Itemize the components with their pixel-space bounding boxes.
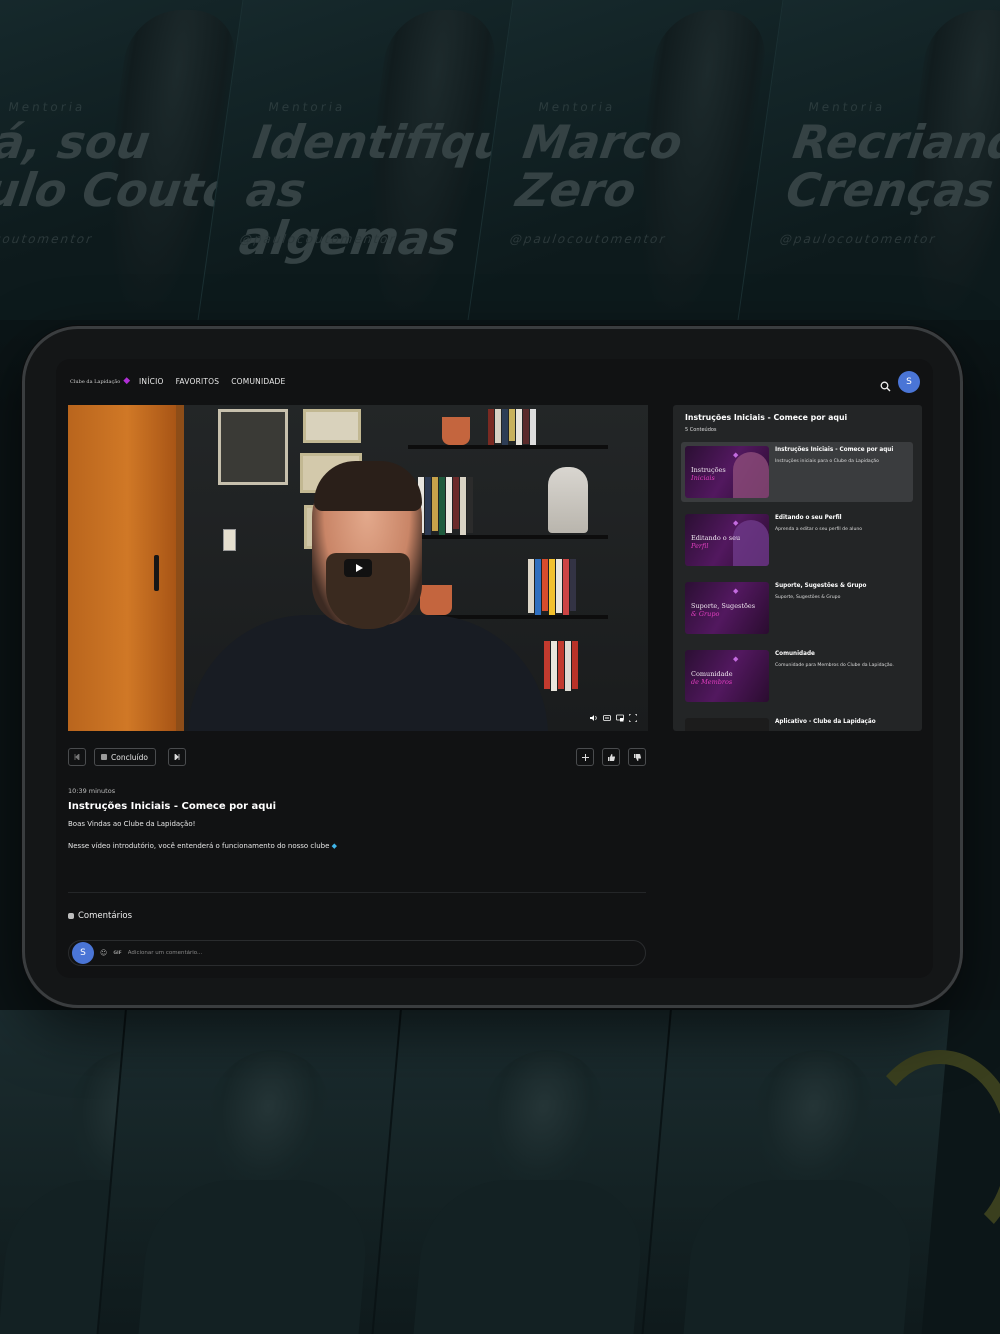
divider (68, 892, 646, 893)
comments-heading: Comentários (68, 911, 132, 921)
playlist-title: Instruções Iniciais - Comece por aqui (685, 413, 848, 422)
tablet-frame: Clube da Lapidação ◆ INÍCIO FAVORITOS CO… (22, 326, 963, 1008)
poster-4: Mentoria Recriando Crenças @paulocoutomen… (737, 0, 1000, 320)
nav-link-comunidade[interactable]: COMUNIDADE (231, 377, 285, 386)
gem-logo-icon: ◆ (123, 376, 131, 386)
playlist-count: 5 Conteúdos (685, 427, 717, 433)
lesson-duration: 10:39 minutos (68, 787, 116, 795)
logo[interactable]: Clube da Lapidação ◆ (70, 377, 130, 386)
playlist-panel: Instruções Iniciais - Comece por aqui 5 … (673, 405, 922, 731)
captions-icon[interactable] (603, 714, 611, 722)
lesson-thumbnail: ◆ Comunidade de Membros (685, 650, 769, 702)
comment-input[interactable] (127, 950, 608, 956)
lesson-thumbnail: ◆ Instruções Iniciais (685, 446, 769, 498)
comment-avatar: S (72, 942, 94, 964)
playlist-item[interactable]: ◆ Editando o seu Perfil Editando o seu P… (681, 510, 913, 570)
volume-icon[interactable] (590, 714, 598, 722)
poster-2: Mentoria Identifique as algemas @paulocou… (197, 0, 513, 320)
video-player[interactable] (68, 405, 648, 731)
checkbox-icon (101, 754, 107, 760)
lesson-description-line1: Boas Vindas ao Clube da Lapidação! (68, 820, 196, 828)
nav-links: INÍCIO FAVORITOS COMUNIDADE (139, 377, 285, 386)
lesson-thumbnail: ◆ Editando o seu Perfil (685, 514, 769, 566)
gif-icon[interactable]: GIF (113, 951, 121, 956)
next-lesson-button[interactable] (168, 748, 186, 766)
user-avatar[interactable]: S (898, 371, 920, 393)
comment-box: S ☺ GIF (68, 940, 646, 966)
add-favorite-button[interactable] (576, 748, 594, 766)
panel-2 (95, 1010, 405, 1334)
play-icon[interactable] (344, 559, 372, 577)
blue-gem-icon: ◆ (331, 842, 338, 850)
panel-3 (370, 1010, 680, 1334)
playlist-item[interactable]: Aplicativo - Clube da Lapidação (681, 714, 913, 731)
poster-3: Mentoria Marco Zero @paulocoutomentor (467, 0, 783, 320)
settings-icon[interactable] (616, 714, 624, 722)
fullscreen-icon[interactable] (629, 714, 637, 722)
top-nav: Clube da Lapidação ◆ INÍCIO FAVORITOS CO… (56, 359, 933, 405)
nav-link-inicio[interactable]: INÍCIO (139, 377, 164, 386)
background-panels (0, 1010, 1000, 1334)
previous-lesson-button[interactable] (68, 748, 86, 766)
gem-icon: ◆ (733, 587, 739, 595)
emoji-icon[interactable]: ☺ (100, 949, 107, 957)
mark-done-button[interactable]: Concluído (94, 748, 156, 766)
like-button[interactable] (602, 748, 620, 766)
lesson-description-line2: Nesse vídeo introdutório, você entenderá… (68, 842, 338, 850)
dislike-button[interactable] (628, 748, 646, 766)
lesson-thumbnail (685, 718, 769, 731)
playlist-item[interactable]: ◆ Instruções Iniciais Instruções Iniciai… (681, 442, 913, 502)
lesson-title: Instruções Iniciais - Comece por aqui (68, 801, 276, 812)
playlist-item[interactable]: ◆ Comunidade de Membros Comunidade Comun… (681, 646, 913, 706)
lesson-thumbnail: ◆ Suporte, Sugestões & Grupo (685, 582, 769, 634)
playlist-item[interactable]: ◆ Suporte, Sugestões & Grupo Suporte, Su… (681, 578, 913, 638)
chat-icon (68, 913, 74, 919)
video-controls (590, 714, 637, 722)
nav-link-favoritos[interactable]: FAVORITOS (176, 377, 220, 386)
app-screen: Clube da Lapidação ◆ INÍCIO FAVORITOS CO… (56, 359, 933, 978)
gem-icon: ◆ (733, 655, 739, 663)
search-icon[interactable] (880, 377, 891, 392)
